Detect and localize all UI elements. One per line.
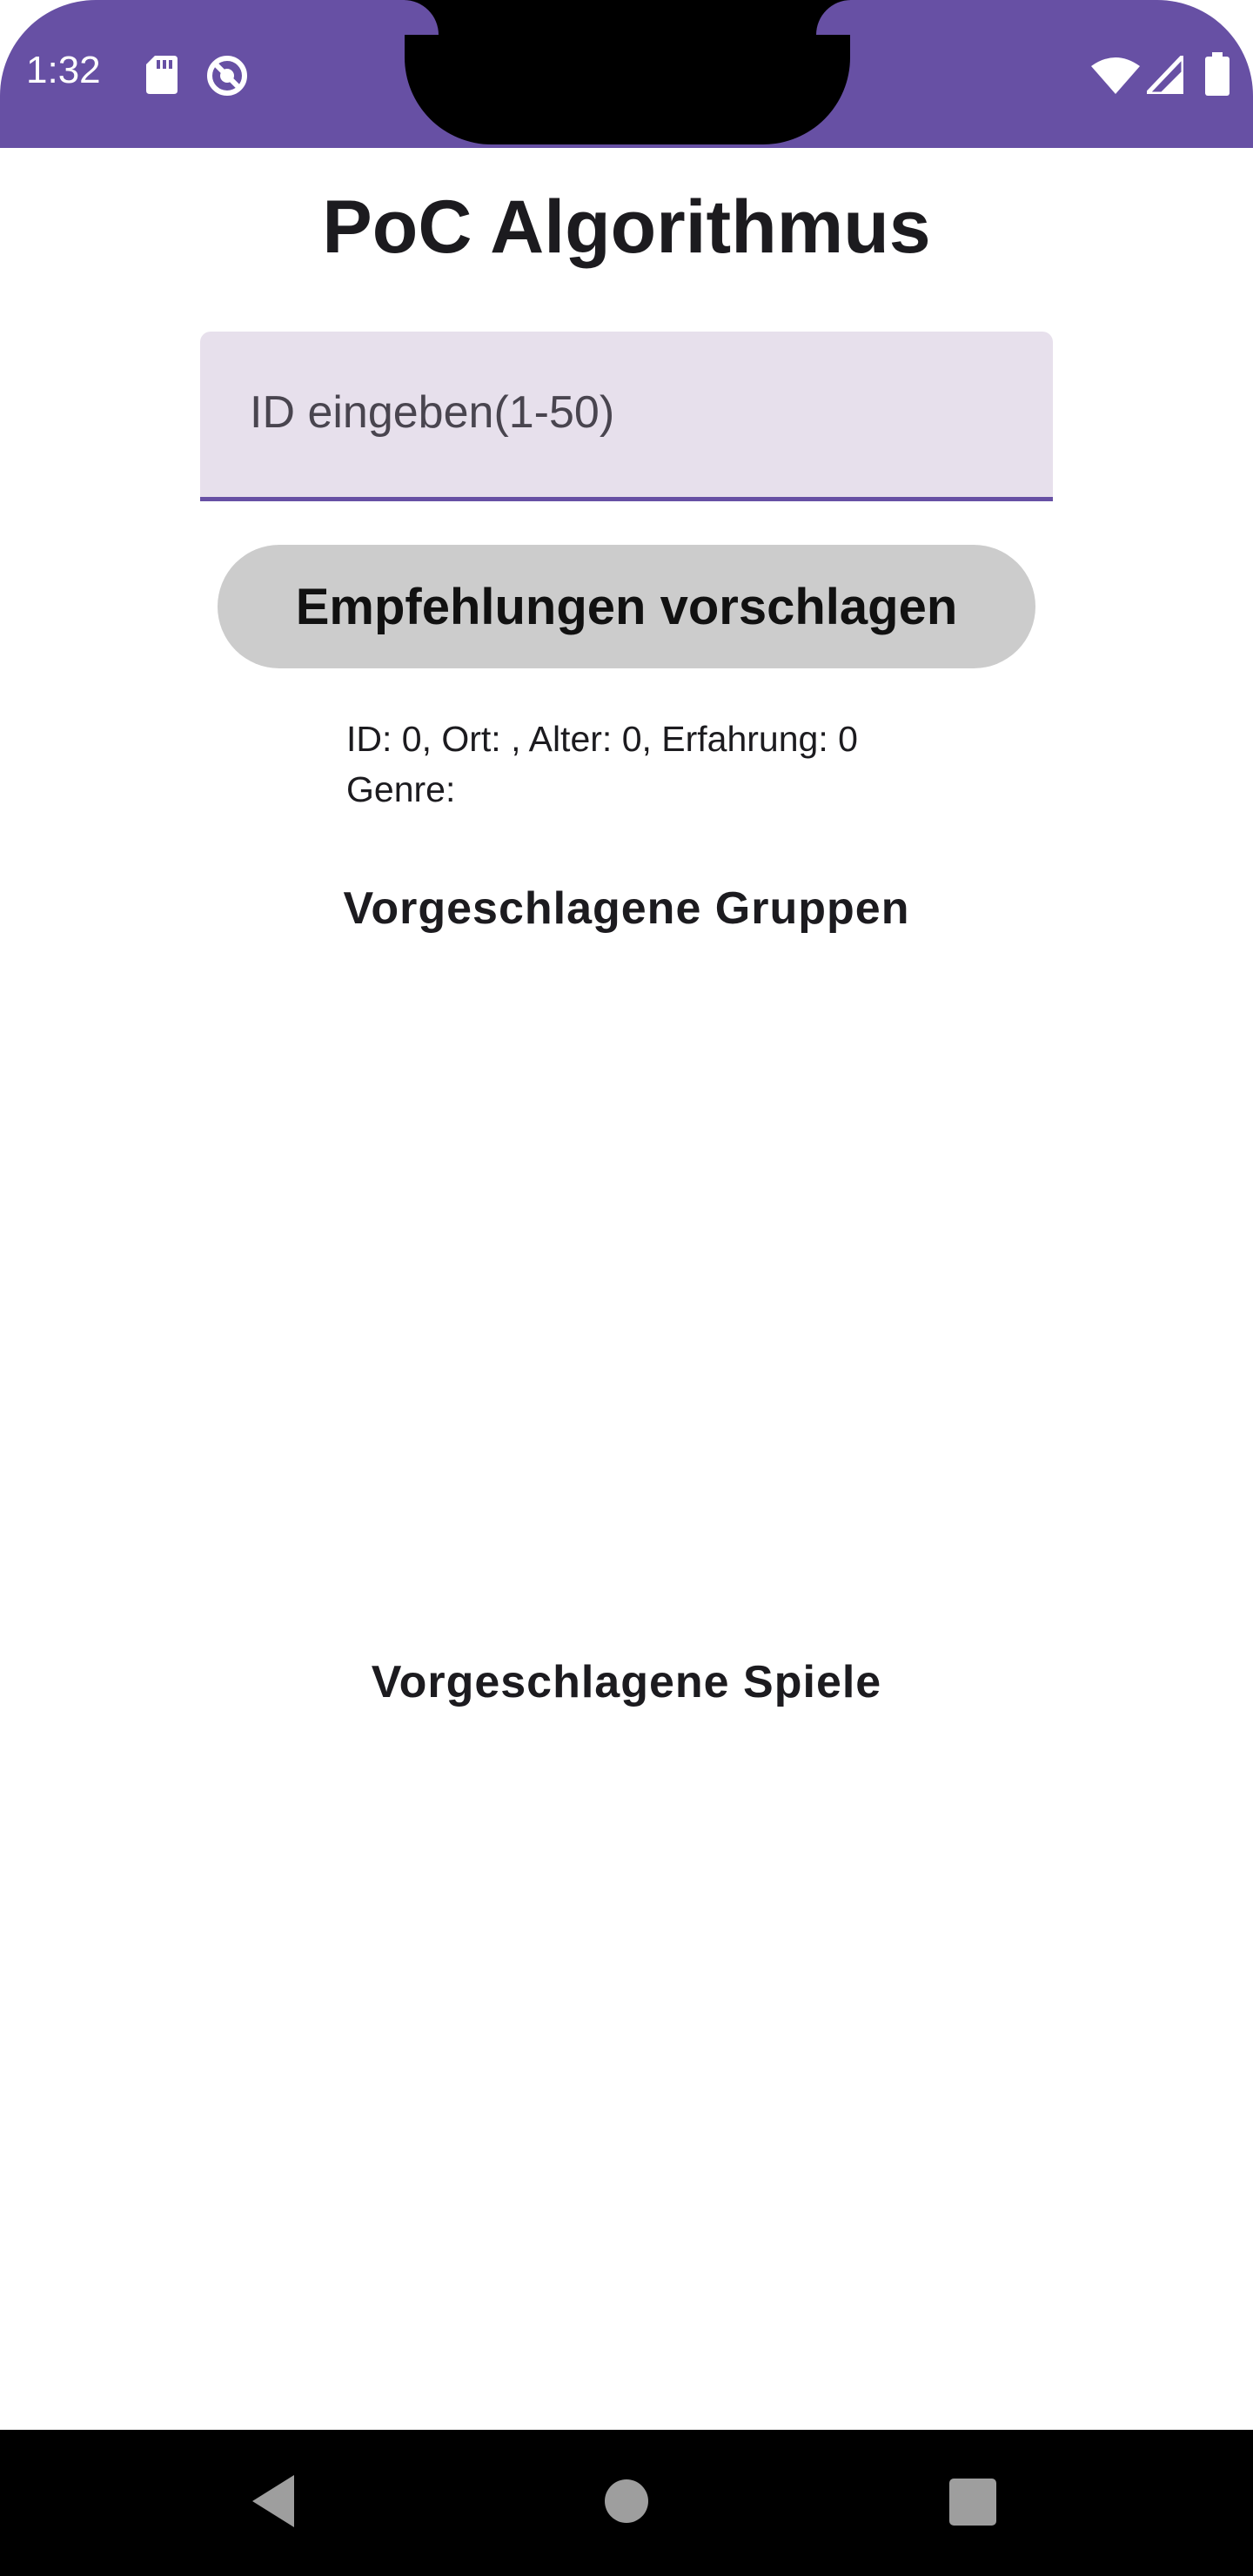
recents-icon[interactable] [949,2479,996,2526]
user-info-details: ID: 0, Ort: , Alter: 0, Erfahrung: 0 [346,719,858,759]
user-info: ID: 0, Ort: , Alter: 0, Erfahrung: 0 Gen… [346,714,858,815]
display-notch [404,0,851,144]
id-input-label: ID eingeben(1-50) [250,387,615,438]
navigation-bar [0,2430,1253,2576]
battery-icon [1205,52,1230,96]
user-info-genre: Genre: [346,769,456,809]
status-time: 1:32 [26,49,101,91]
suggested-groups-heading: Vorgeschlagene Gruppen [343,883,910,934]
id-input-field[interactable]: ID eingeben(1-50) [200,332,1053,501]
data-saver-icon [207,56,247,96]
home-icon[interactable] [605,2479,648,2523]
status-bar: 1:32 [0,0,1253,148]
signal-icon [1147,56,1183,94]
wifi-icon [1091,57,1140,94]
back-icon[interactable] [252,2475,294,2527]
suggest-recommendations-button[interactable]: Empfehlungen vorschlagen [218,545,1035,668]
sd-card-icon [146,56,178,94]
suggested-games-heading: Vorgeschlagene Spiele [371,1657,882,1707]
page-title: PoC Algorithmus [322,185,931,269]
